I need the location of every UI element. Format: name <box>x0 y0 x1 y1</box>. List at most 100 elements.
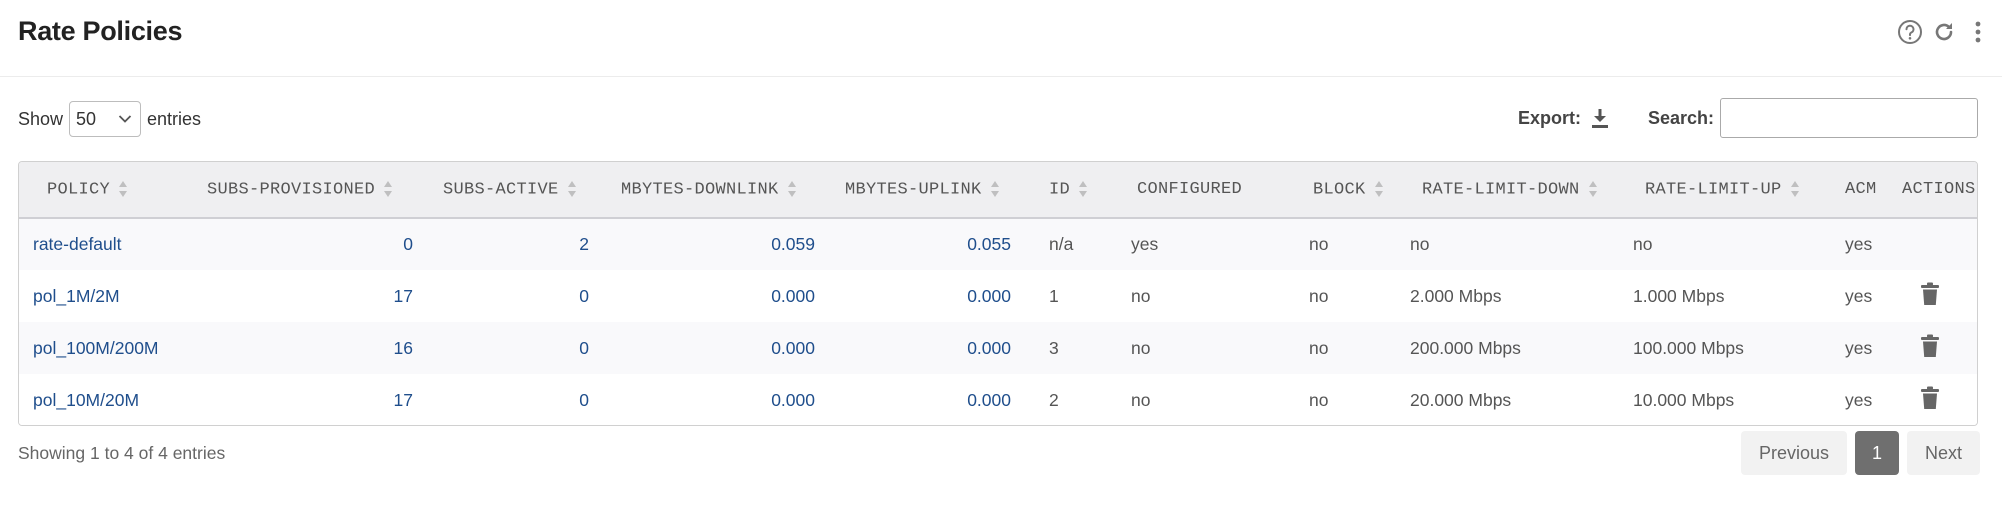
next-button[interactable]: Next <box>1906 431 1980 475</box>
mbytes-uplink-cell[interactable]: 0.000 <box>835 270 1033 322</box>
actions-cell <box>1898 322 1977 374</box>
entries-select[interactable]: 50 <box>69 101 142 137</box>
policy-link[interactable]: rate-default <box>19 218 197 270</box>
subs-active-cell[interactable]: 2 <box>433 218 611 270</box>
actions-cell <box>1898 218 1977 270</box>
rate-policies-table: POLICY SUBS-PROVISIONED SUBS-ACTIVE MBYT… <box>18 161 1978 426</box>
column-header-rate-limit-down[interactable]: RATE-LIMIT-DOWN <box>1400 162 1623 218</box>
rate-limit-down-cell: 2.000 Mbps <box>1410 285 1502 306</box>
mbytes-uplink-cell[interactable]: 0.000 <box>835 374 1033 425</box>
subs-active-cell[interactable]: 0 <box>433 270 611 322</box>
page-header: Rate Policies <box>0 0 2002 77</box>
configured-cell: yes <box>1131 234 1159 254</box>
table-row: rate-default 0 2 0.059 0.055 n/a yes no … <box>19 218 1977 270</box>
delete-icon[interactable] <box>1920 334 1940 358</box>
rate-limit-up-cell: 10.000 Mbps <box>1633 389 1735 410</box>
mbytes-downlink-cell[interactable]: 0.000 <box>611 270 835 322</box>
column-header-acm[interactable]: ACM <box>1823 162 1898 218</box>
export-control: Export: <box>1518 106 1611 130</box>
rate-limit-down-cell: 200.000 Mbps <box>1410 337 1521 358</box>
sort-icon <box>990 180 1000 198</box>
rate-limit-down-cell: 20.000 Mbps <box>1410 389 1512 410</box>
block-cell: no <box>1309 389 1329 410</box>
configured-cell: no <box>1131 285 1151 306</box>
export-label: Export: <box>1518 107 1581 128</box>
entries-label: entries <box>147 108 202 129</box>
configured-cell: no <box>1131 389 1151 410</box>
sort-icon <box>1078 180 1088 198</box>
entries-select-value: 50 <box>76 108 97 129</box>
refresh-icon[interactable] <box>1930 18 1958 46</box>
table-header-row: POLICY SUBS-PROVISIONED SUBS-ACTIVE MBYT… <box>19 162 1977 218</box>
column-header-subs-active[interactable]: SUBS-ACTIVE <box>433 162 611 218</box>
rate-limit-down-cell: no <box>1410 234 1430 254</box>
configured-cell: no <box>1131 337 1151 358</box>
table-controls: Show 50 entries Export: Search: <box>18 98 1979 140</box>
search-input[interactable] <box>1720 98 1979 138</box>
sort-icon <box>118 180 128 198</box>
subs-active-cell[interactable]: 0 <box>433 322 611 374</box>
block-cell: no <box>1309 285 1329 306</box>
column-header-policy[interactable]: POLICY <box>19 162 197 218</box>
sort-icon <box>1374 180 1384 198</box>
download-icon[interactable] <box>1589 106 1611 130</box>
delete-icon[interactable] <box>1920 386 1940 410</box>
mbytes-downlink-cell[interactable]: 0.059 <box>611 218 835 270</box>
actions-cell <box>1898 374 1977 425</box>
subs-active-cell[interactable]: 0 <box>433 374 611 425</box>
policy-link[interactable]: pol_100M/200M <box>19 322 197 374</box>
id-cell: 3 <box>1049 337 1059 358</box>
column-header-configured[interactable]: CONFIGURED <box>1121 162 1287 218</box>
column-header-id[interactable]: ID <box>1033 162 1121 218</box>
pagination: Previous 1 Next <box>1740 431 1980 475</box>
block-cell: no <box>1309 337 1329 358</box>
subs-provisioned-cell[interactable]: 16 <box>197 322 433 374</box>
mbytes-uplink-cell[interactable]: 0.000 <box>835 322 1033 374</box>
acm-cell: yes <box>1845 389 1873 410</box>
entries-length-control: Show 50 entries <box>18 101 201 137</box>
column-header-rate-limit-up[interactable]: RATE-LIMIT-UP <box>1623 162 1823 218</box>
mbytes-downlink-cell[interactable]: 0.000 <box>611 374 835 425</box>
page-1-button[interactable]: 1 <box>1854 431 1899 475</box>
policy-link[interactable]: pol_10M/20M <box>19 374 197 425</box>
rate-limit-up-cell: 100.000 Mbps <box>1633 337 1744 358</box>
subs-provisioned-cell[interactable]: 0 <box>197 218 433 270</box>
mbytes-uplink-cell[interactable]: 0.055 <box>835 218 1033 270</box>
subs-provisioned-cell[interactable]: 17 <box>197 374 433 425</box>
acm-cell: yes <box>1845 285 1873 306</box>
column-header-mbytes-downlink[interactable]: MBYTES-DOWNLINK <box>611 162 835 218</box>
search-label: Search: <box>1648 107 1715 128</box>
search-control: Search: <box>1648 98 1979 138</box>
table-row: pol_1M/2M 17 0 0.000 0.000 1 no no 2.000… <box>19 270 1977 322</box>
block-cell: no <box>1309 234 1329 254</box>
subs-provisioned-cell[interactable]: 17 <box>197 270 433 322</box>
table-info: Showing 1 to 4 of 4 entries <box>18 443 226 463</box>
column-header-block[interactable]: BLOCK <box>1287 162 1400 218</box>
sort-icon <box>1790 180 1800 198</box>
previous-button[interactable]: Previous <box>1740 431 1847 475</box>
header-actions <box>1896 18 1992 46</box>
table-row: pol_10M/20M 17 0 0.000 0.000 2 no no 20.… <box>19 374 1977 425</box>
actions-cell <box>1898 270 1977 322</box>
id-cell: n/a <box>1049 234 1074 254</box>
id-cell: 1 <box>1049 285 1059 306</box>
show-label: Show <box>18 108 64 129</box>
sort-icon <box>567 180 577 198</box>
sort-icon <box>383 180 393 198</box>
column-header-actions: ACTIONS <box>1902 180 1976 199</box>
help-icon[interactable] <box>1896 18 1924 46</box>
column-header-mbytes-uplink[interactable]: MBYTES-UPLINK <box>835 162 1033 218</box>
acm-cell: yes <box>1845 337 1873 358</box>
page-title: Rate Policies <box>18 16 183 46</box>
mbytes-downlink-cell[interactable]: 0.000 <box>611 322 835 374</box>
policy-link[interactable]: pol_1M/2M <box>19 270 197 322</box>
more-options-icon[interactable] <box>1964 18 1992 46</box>
delete-icon[interactable] <box>1920 282 1940 306</box>
sort-icon <box>787 180 797 198</box>
table-row: pol_100M/200M 16 0 0.000 0.000 3 no no 2… <box>19 322 1977 374</box>
sort-icon <box>1588 180 1598 198</box>
column-header-subs-provisioned[interactable]: SUBS-PROVISIONED <box>197 162 433 218</box>
acm-cell: yes <box>1845 234 1873 254</box>
chevron-down-icon <box>118 115 132 123</box>
id-cell: 2 <box>1049 389 1059 410</box>
